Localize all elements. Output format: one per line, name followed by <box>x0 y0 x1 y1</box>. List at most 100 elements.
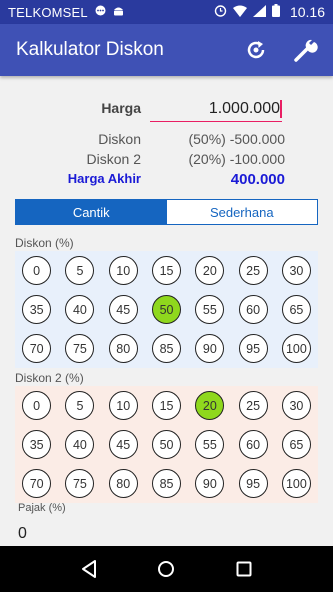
diskon1-cell: 70 <box>15 329 58 368</box>
diskon2-option-20[interactable]: 20 <box>195 391 225 420</box>
alarm-icon <box>214 4 227 20</box>
diskon2-option-40[interactable]: 40 <box>65 430 95 459</box>
carrier-name: TELKOMSEL <box>8 4 88 20</box>
diskon1-option-35[interactable]: 35 <box>22 295 52 324</box>
diskon1-option-100[interactable]: 100 <box>281 334 311 363</box>
diskon1-option-80[interactable]: 80 <box>108 334 138 363</box>
diskon1-option-45[interactable]: 45 <box>108 295 138 324</box>
diskon2-option-30[interactable]: 30 <box>281 391 311 420</box>
wifi-icon <box>232 5 247 20</box>
diskon2-option-70[interactable]: 70 <box>22 469 52 498</box>
diskon1-option-0[interactable]: 0 <box>22 256 52 285</box>
diskon1-cell: 80 <box>102 329 145 368</box>
diskon2-option-25[interactable]: 25 <box>238 391 268 420</box>
diskon1-option-70[interactable]: 70 <box>22 334 52 363</box>
diskon2-cell: 60 <box>231 425 274 464</box>
diskon2-option-50[interactable]: 50 <box>152 430 182 459</box>
diskon1-cell: 95 <box>231 329 274 368</box>
recents-icon[interactable] <box>232 557 256 581</box>
diskon2-option-10[interactable]: 10 <box>108 391 138 420</box>
diskon1-option-30[interactable]: 30 <box>281 256 311 285</box>
diskon1-cell: 65 <box>275 290 318 329</box>
diskon-grid: 0 5 10 15 20 25 30 35 40 45 50 55 60 65 70 75 80 85 90 95 10… <box>15 251 318 368</box>
diskon1-option-65[interactable]: 65 <box>281 295 311 324</box>
diskon1-option-90[interactable]: 90 <box>195 334 225 363</box>
battery-icon <box>271 4 280 20</box>
refresh-icon[interactable] <box>242 36 270 64</box>
diskon1-cell: 85 <box>145 329 188 368</box>
diskon2-cell: 45 <box>102 425 145 464</box>
android-icon <box>113 5 124 20</box>
diskon1-option-15[interactable]: 15 <box>152 256 182 285</box>
diskon2-option-80[interactable]: 80 <box>108 469 138 498</box>
diskon2-cell: 65 <box>275 425 318 464</box>
diskon-row: Diskon (50%) -500.000 <box>0 131 333 151</box>
diskon2-option-75[interactable]: 75 <box>65 469 95 498</box>
diskon2-cell: 55 <box>188 425 231 464</box>
diskon1-cell: 60 <box>231 290 274 329</box>
diskon2-cell: 5 <box>58 386 101 425</box>
diskon2-option-0[interactable]: 0 <box>22 391 52 420</box>
diskon2-option-55[interactable]: 55 <box>195 430 225 459</box>
diskon1-option-40[interactable]: 40 <box>65 295 95 324</box>
diskon2-option-100[interactable]: 100 <box>281 469 311 498</box>
pajak-input[interactable] <box>18 520 104 548</box>
diskon2-cell: 25 <box>231 386 274 425</box>
diskon1-cell: 55 <box>188 290 231 329</box>
wrench-icon[interactable] <box>292 36 320 64</box>
tab-sederhana[interactable]: Sederhana <box>166 200 317 224</box>
app-root: TELKOMSEL 10.16 Kalkulator Diskon Harga … <box>0 0 333 592</box>
diskon2-option-85[interactable]: 85 <box>152 469 182 498</box>
status-bar: TELKOMSEL 10.16 <box>0 0 333 24</box>
diskon2-cell: 20 <box>188 386 231 425</box>
diskon2-option-60[interactable]: 60 <box>238 430 268 459</box>
diskon1-cell: 100 <box>275 329 318 368</box>
diskon1-cell: 10 <box>102 251 145 290</box>
diskon1-option-5[interactable]: 5 <box>65 256 95 285</box>
diskon2-cell: 15 <box>145 386 188 425</box>
diskon1-cell: 15 <box>145 251 188 290</box>
diskon1-option-10[interactable]: 10 <box>108 256 138 285</box>
tab-cantik[interactable]: Cantik <box>16 200 167 224</box>
diskon1-cell: 20 <box>188 251 231 290</box>
harga-input[interactable] <box>150 96 282 122</box>
diskon2-option-90[interactable]: 90 <box>195 469 225 498</box>
diskon1-cell: 5 <box>58 251 101 290</box>
diskon1-cell: 35 <box>15 290 58 329</box>
diskon1-option-85[interactable]: 85 <box>152 334 182 363</box>
diskon2-cell: 75 <box>58 464 101 503</box>
diskon2-row: Diskon 2 (20%) -100.000 <box>0 151 333 171</box>
back-icon[interactable] <box>77 557 101 581</box>
diskon1-option-55[interactable]: 55 <box>195 295 225 324</box>
diskon2-cell: 80 <box>102 464 145 503</box>
diskon2-section-label: Diskon 2 (%) <box>15 371 84 385</box>
signal-icon <box>252 4 266 20</box>
diskon1-option-25[interactable]: 25 <box>238 256 268 285</box>
diskon2-cell: 35 <box>15 425 58 464</box>
diskon1-option-20[interactable]: 20 <box>195 256 225 285</box>
diskon2-option-5[interactable]: 5 <box>65 391 95 420</box>
diskon1-cell: 30 <box>275 251 318 290</box>
diskon1-option-95[interactable]: 95 <box>238 334 268 363</box>
diskon2-option-35[interactable]: 35 <box>22 430 52 459</box>
diskon2-option-45[interactable]: 45 <box>108 430 138 459</box>
diskon2-cell: 90 <box>188 464 231 503</box>
diskon1-option-75[interactable]: 75 <box>65 334 95 363</box>
diskon2-grid: 0 5 10 15 20 25 30 35 40 45 50 55 60 65 70 75 80 85 90 95 10… <box>15 386 318 503</box>
navigation-bar <box>0 546 333 592</box>
diskon1-cell: 25 <box>231 251 274 290</box>
diskon2-cell: 10 <box>102 386 145 425</box>
diskon2-option-15[interactable]: 15 <box>152 391 182 420</box>
diskon2-cell: 50 <box>145 425 188 464</box>
diskon1-option-50[interactable]: 50 <box>152 295 182 324</box>
diskon1-cell: 50 <box>145 290 188 329</box>
app-title: Kalkulator Diskon <box>16 39 164 60</box>
diskon1-cell: 40 <box>58 290 101 329</box>
home-icon[interactable] <box>154 557 178 581</box>
diskon2-cell: 100 <box>275 464 318 503</box>
diskon2-option-65[interactable]: 65 <box>281 430 311 459</box>
diskon-value: (50%) -500.000 <box>188 131 285 147</box>
diskon1-option-60[interactable]: 60 <box>238 295 268 324</box>
pajak-label: Pajak (%) <box>18 502 66 514</box>
diskon2-option-95[interactable]: 95 <box>238 469 268 498</box>
